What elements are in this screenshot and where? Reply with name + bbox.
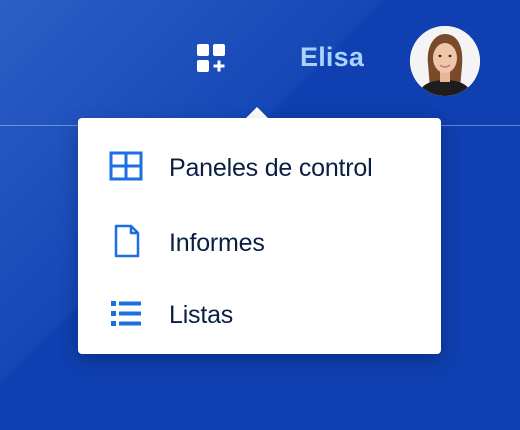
document-icon (114, 224, 140, 258)
dropdown-menu: Paneles de control Informes Listas (78, 118, 441, 354)
menu-item-listas[interactable]: Listas (78, 273, 441, 343)
list-icon (111, 301, 141, 326)
dashboard-grid-icon (109, 151, 143, 181)
menu-caret (246, 107, 268, 118)
user-name[interactable]: Elisa (300, 42, 364, 76)
menu-item-label: Informes (169, 229, 265, 257)
grid-plus-icon (197, 44, 225, 72)
menu-item-informes[interactable]: Informes (78, 201, 441, 271)
menu-item-label: Paneles de control (169, 154, 373, 182)
menu-item-paneles[interactable]: Paneles de control (78, 126, 441, 196)
user-avatar-icon (410, 26, 480, 96)
menu-item-label: Listas (169, 301, 234, 329)
add-widget-button[interactable] (191, 40, 231, 80)
avatar[interactable] (410, 26, 480, 96)
